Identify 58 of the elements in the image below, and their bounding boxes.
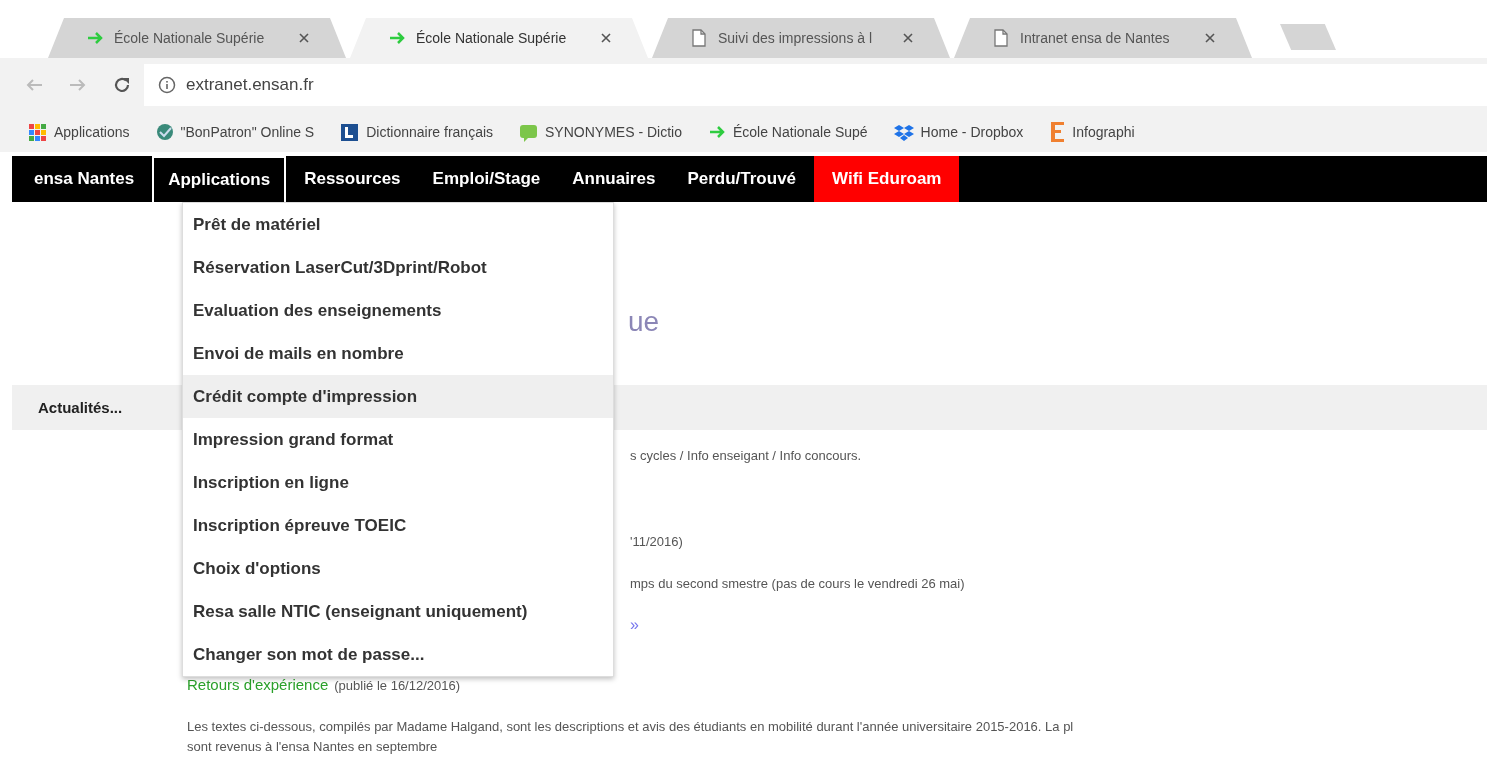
address-bar[interactable]: extranet.ensan.fr [144, 64, 1487, 106]
close-icon [600, 32, 612, 44]
text-line: '11/2016) [630, 532, 684, 551]
article-title[interactable]: Retours d'expérience [187, 676, 329, 693]
bookmark[interactable]: Home - Dropbox [893, 122, 1024, 142]
dropbox-icon [893, 122, 914, 142]
menu-item[interactable]: Inscription en ligne [183, 461, 613, 504]
article-date: (publié le 16/12/2016) [334, 678, 461, 693]
bookmark[interactable]: SYNONYMES - Dictio [519, 122, 682, 142]
close-icon [902, 32, 914, 44]
news-tab[interactable]: Actualités... [38, 399, 123, 416]
nav-link[interactable]: Wifi Eduroam [814, 156, 960, 202]
browser-tab[interactable]: Intranet ensa de Nantes [954, 18, 1252, 58]
menu-item[interactable]: Prêt de matériel [183, 203, 613, 246]
menu-item[interactable]: Impression grand format [183, 418, 613, 461]
document-icon [992, 29, 1010, 47]
close-icon [1204, 32, 1216, 44]
text-line: mps du second smestre (pas de cours le vendredi 26 mai) [630, 574, 966, 593]
menu-item[interactable]: Envoi de mails en nombre [183, 332, 613, 375]
nav-link[interactable]: Emploi/Stage [418, 156, 555, 202]
close-icon [298, 32, 310, 44]
more-link[interactable]: » [630, 604, 1487, 646]
menu-item[interactable]: Choix d'options [183, 547, 613, 590]
bookmark[interactable]: Infographi [1049, 121, 1135, 143]
apps-grid-icon [28, 122, 47, 142]
article-text: Les textes ci-dessous, compilés par Madame Halgand, sont les descriptions et avis des étudiants en mobilité durant l'année universitaire 2015-2016. La pl [187, 718, 1075, 736]
bookmark[interactable]: École Nationale Supé [707, 123, 868, 141]
nav-link[interactable]: Annuaires [558, 156, 670, 202]
menu-item[interactable]: Crédit compte d'impression [183, 375, 613, 418]
browser-tab[interactable]: Suivi des impressions à l [652, 18, 950, 58]
menu-item[interactable]: Réservation LaserCut/3Dprint/Robot [183, 246, 613, 289]
url-text: extranet.ensan.fr [186, 75, 314, 95]
bookmark[interactable]: "BonPatron" Online S [155, 123, 315, 141]
tab-title: École Nationale Supérie [416, 30, 568, 46]
info-icon [158, 76, 176, 94]
nav-link[interactable]: Ressources [290, 156, 415, 202]
dictionary-icon [340, 122, 360, 142]
nav-link[interactable]: ensa Nantes [20, 156, 149, 202]
text-line: s cycles / Info enseigant / Info concours. [630, 446, 863, 465]
nav-link[interactable]: Perdu/Trouvé [673, 156, 811, 202]
reload-icon [113, 76, 131, 94]
bookmark[interactable]: Applications [28, 122, 130, 142]
browser-tab[interactable]: École Nationale Supérie [350, 18, 648, 58]
browser-tab[interactable]: École Nationale Supérie [48, 18, 346, 58]
menu-item[interactable]: Evaluation des enseignements [183, 289, 613, 332]
speech-bubble-icon [519, 122, 539, 142]
letter-e-icon [1049, 121, 1066, 143]
tab-title: Suivi des impressions à l [718, 30, 874, 46]
page-heading: ue [628, 306, 660, 337]
menu-item[interactable]: Changer son mot de passe... [183, 633, 613, 676]
document-icon [690, 29, 708, 47]
globe-check-icon [155, 123, 174, 141]
menu-item[interactable]: Inscription épreuve TOEIC [183, 504, 613, 547]
article-text: sont revenus à l'ensa Nantes en septembre [187, 738, 439, 756]
bookmark[interactable]: Dictionnaire français [340, 122, 494, 142]
menu-item[interactable]: Resa salle NTIC (enseignant uniquement) [183, 590, 613, 633]
tab-title: Intranet ensa de Nantes [1020, 30, 1171, 46]
tab-title: École Nationale Supérie [114, 30, 266, 46]
